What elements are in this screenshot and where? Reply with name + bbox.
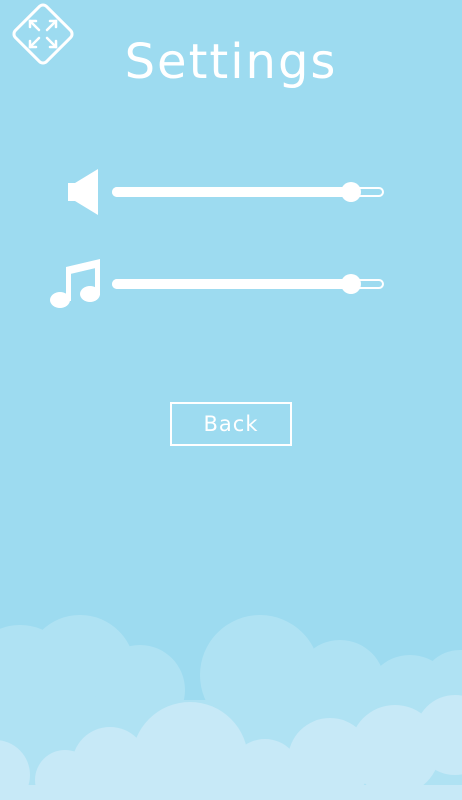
speaker-icon	[66, 167, 100, 217]
clouds-decoration	[0, 615, 462, 800]
slider-fill	[112, 279, 352, 289]
music-note-icon	[48, 257, 102, 311]
slider-handle[interactable]	[341, 182, 362, 202]
back-button[interactable]: Back	[170, 402, 292, 446]
slider-handle[interactable]	[341, 274, 362, 294]
music-volume-slider[interactable]	[112, 274, 384, 294]
slider-fill	[112, 187, 352, 197]
sfx-volume-slider[interactable]	[112, 182, 384, 202]
page-title: Settings	[124, 34, 338, 90]
